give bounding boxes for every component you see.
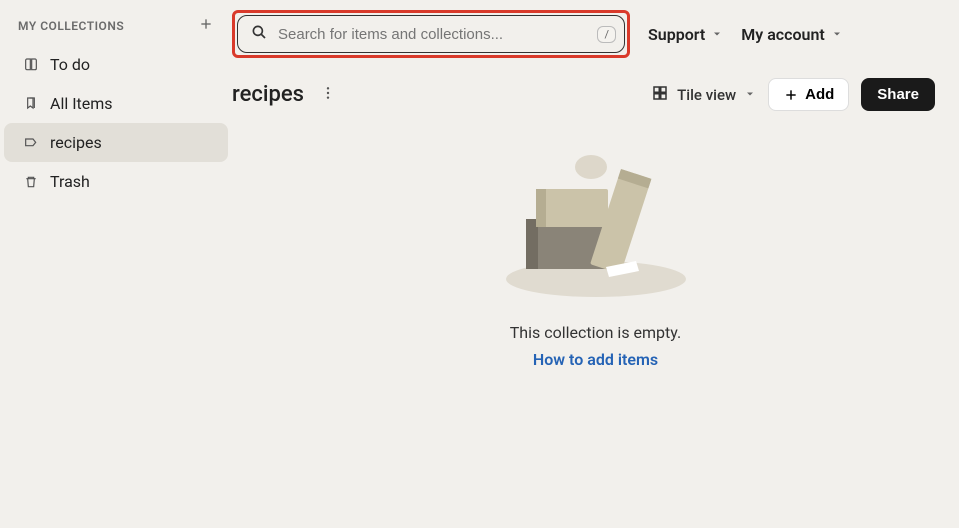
sidebar-header: MY COLLECTIONS (0, 16, 232, 45)
collection-title: recipes (232, 82, 304, 107)
plus-icon (783, 87, 799, 103)
sidebar-item-label: To do (50, 55, 90, 74)
empty-help-link[interactable]: How to add items (533, 350, 658, 369)
add-collection-button[interactable] (198, 16, 214, 35)
book-icon (22, 56, 40, 74)
sidebar-item-label: All Items (50, 94, 113, 113)
view-label: Tile view (677, 86, 736, 104)
search-box[interactable]: / (237, 15, 625, 53)
chevron-down-icon (744, 86, 756, 104)
chevron-down-icon (711, 25, 723, 44)
sidebar-title: MY COLLECTIONS (18, 19, 124, 33)
content-header: recipes Tile view Add Share (232, 68, 959, 121)
support-label: Support (648, 25, 705, 44)
add-button[interactable]: Add (768, 78, 849, 111)
sidebar-item-recipes[interactable]: recipes (4, 123, 228, 162)
bookmarks-icon (22, 95, 40, 113)
search-icon (250, 23, 268, 45)
more-options-button[interactable] (316, 81, 340, 109)
empty-state: This collection is empty. How to add ite… (232, 121, 959, 369)
search-input[interactable] (278, 26, 587, 43)
account-menu[interactable]: My account (741, 25, 843, 44)
sidebar-item-all[interactable]: All Items (4, 84, 228, 123)
sidebar-item-trash[interactable]: Trash (4, 162, 228, 201)
trash-icon (22, 173, 40, 191)
empty-text: This collection is empty. (510, 323, 681, 342)
view-switcher[interactable]: Tile view (651, 84, 756, 106)
dots-vertical-icon (320, 85, 336, 101)
plus-icon (198, 16, 214, 32)
add-label: Add (805, 86, 834, 103)
sidebar: MY COLLECTIONS To do All Items recipes T… (0, 0, 232, 528)
account-label: My account (741, 25, 825, 44)
share-button[interactable]: Share (861, 78, 935, 111)
support-menu[interactable]: Support (648, 25, 723, 44)
topbar: / Support My account (232, 0, 959, 68)
sidebar-item-label: recipes (50, 133, 102, 152)
search-highlight: / (232, 10, 630, 58)
main: / Support My account recipes Tile view (232, 0, 959, 528)
sidebar-item-todo[interactable]: To do (4, 45, 228, 84)
grid-icon (651, 84, 669, 106)
empty-books-illustration (491, 149, 701, 299)
search-shortcut: / (597, 26, 616, 43)
sidebar-item-label: Trash (50, 172, 90, 191)
tag-icon (22, 134, 40, 152)
chevron-down-icon (831, 25, 843, 44)
